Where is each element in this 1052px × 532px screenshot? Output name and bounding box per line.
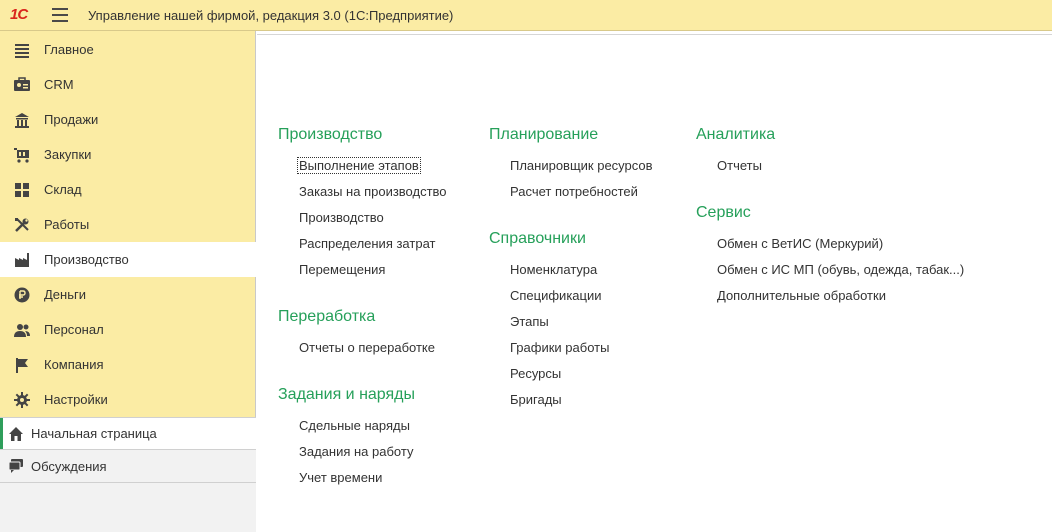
discussions-label: Обсуждения [31, 458, 107, 474]
tools-icon [14, 217, 30, 233]
link-resources[interactable]: Ресурсы [510, 366, 561, 381]
link-needs-calculation[interactable]: Расчет потребностей [510, 184, 638, 199]
crm-icon [14, 77, 30, 93]
chat-icon [8, 458, 24, 474]
link-production[interactable]: Производство [299, 210, 384, 225]
link-nomenclature[interactable]: Номенклатура [510, 262, 597, 277]
warehouse-icon [14, 182, 30, 198]
content-divider [257, 34, 1052, 35]
link-work-schedules[interactable]: Графики работы [510, 340, 609, 355]
sidebar-item-label: Деньги [44, 287, 86, 302]
link-piecework-orders[interactable]: Сдельные наряды [299, 418, 410, 433]
list-icon [14, 42, 30, 58]
sidebar-item-label: Производство [44, 252, 129, 267]
sidebar-item-warehouse[interactable]: Склад [0, 172, 256, 207]
link-transfers[interactable]: Перемещения [299, 262, 385, 277]
link-reports[interactable]: Отчеты [717, 158, 762, 173]
menu-icon[interactable] [52, 8, 68, 22]
sidebar-item-label: Персонал [44, 322, 104, 337]
section-title-service: Сервис [696, 204, 751, 221]
discussions-link[interactable]: Обсуждения [0, 450, 256, 483]
sidebar-item-purchases[interactable]: Закупки [0, 137, 256, 172]
people-icon [14, 322, 30, 338]
factory-icon [14, 252, 30, 268]
link-processing-reports[interactable]: Отчеты о переработке [299, 340, 435, 355]
link-specifications[interactable]: Спецификации [510, 288, 602, 303]
sidebar: Главное CRM Продажи Закупки Склад Работы [0, 31, 256, 532]
title-bar: 1С Управление нашей фирмой, редакция 3.0… [0, 0, 1052, 31]
link-production-orders[interactable]: Заказы на производство [299, 184, 447, 199]
section-title-planning: Планирование [489, 126, 599, 143]
ruble-icon [14, 287, 30, 303]
sidebar-item-label: Работы [44, 217, 90, 232]
link-time-tracking[interactable]: Учет времени [299, 470, 382, 485]
link-brigades[interactable]: Бригады [510, 392, 562, 407]
link-resource-planner[interactable]: Планировщик ресурсов [510, 158, 653, 173]
sidebar-item-label: Продажи [44, 112, 99, 127]
link-cost-allocation[interactable]: Распределения затрат [299, 236, 435, 251]
home-icon [8, 426, 24, 442]
sidebar-bottom: Начальная страница Обсуждения [0, 417, 256, 532]
sidebar-item-works[interactable]: Работы [0, 207, 256, 242]
home-page-link[interactable]: Начальная страница [0, 417, 256, 450]
app-logo: 1С [10, 6, 28, 23]
sidebar-item-label: Настройки [44, 392, 108, 407]
link-vetis-exchange[interactable]: Обмен с ВетИС (Меркурий) [717, 236, 883, 251]
store-icon [14, 112, 30, 128]
cart-icon [14, 147, 30, 163]
sidebar-item-label: Закупки [44, 147, 92, 162]
link-ismp-exchange[interactable]: Обмен с ИС МП (обувь, одежда, табак...) [717, 262, 964, 277]
section-title-production: Производство [278, 126, 383, 143]
app-title: Управление нашей фирмой, редакция 3.0 (1… [88, 8, 454, 23]
sidebar-item-settings[interactable]: Настройки [0, 382, 256, 417]
link-stage-execution[interactable]: Выполнение этапов [297, 157, 421, 174]
sidebar-item-personnel[interactable]: Персонал [0, 312, 256, 347]
sidebar-item-label: Главное [44, 42, 94, 57]
link-stages[interactable]: Этапы [510, 314, 549, 329]
section-title-tasks: Задания и наряды [278, 386, 416, 403]
sidebar-item-production[interactable]: Производство [0, 242, 256, 277]
sidebar-item-company[interactable]: Компания [0, 347, 256, 382]
sidebar-item-main[interactable]: Главное [0, 32, 256, 67]
link-additional-processing[interactable]: Дополнительные обработки [717, 288, 886, 303]
section-title-processing: Переработка [278, 308, 376, 325]
sidebar-item-money[interactable]: Деньги [0, 277, 256, 312]
active-accent [0, 418, 3, 449]
section-title-analytics: Аналитика [696, 126, 776, 143]
sidebar-item-label: CRM [44, 77, 74, 92]
gear-icon [14, 392, 30, 408]
home-page-label: Начальная страница [31, 426, 157, 441]
flag-icon [14, 357, 30, 373]
sidebar-item-crm[interactable]: CRM [0, 67, 256, 102]
sidebar-item-sales[interactable]: Продажи [0, 102, 256, 137]
section-title-references: Справочники [489, 230, 586, 247]
sidebar-item-label: Компания [44, 357, 104, 372]
link-work-tasks[interactable]: Задания на работу [299, 444, 413, 459]
sidebar-item-label: Склад [44, 182, 82, 197]
